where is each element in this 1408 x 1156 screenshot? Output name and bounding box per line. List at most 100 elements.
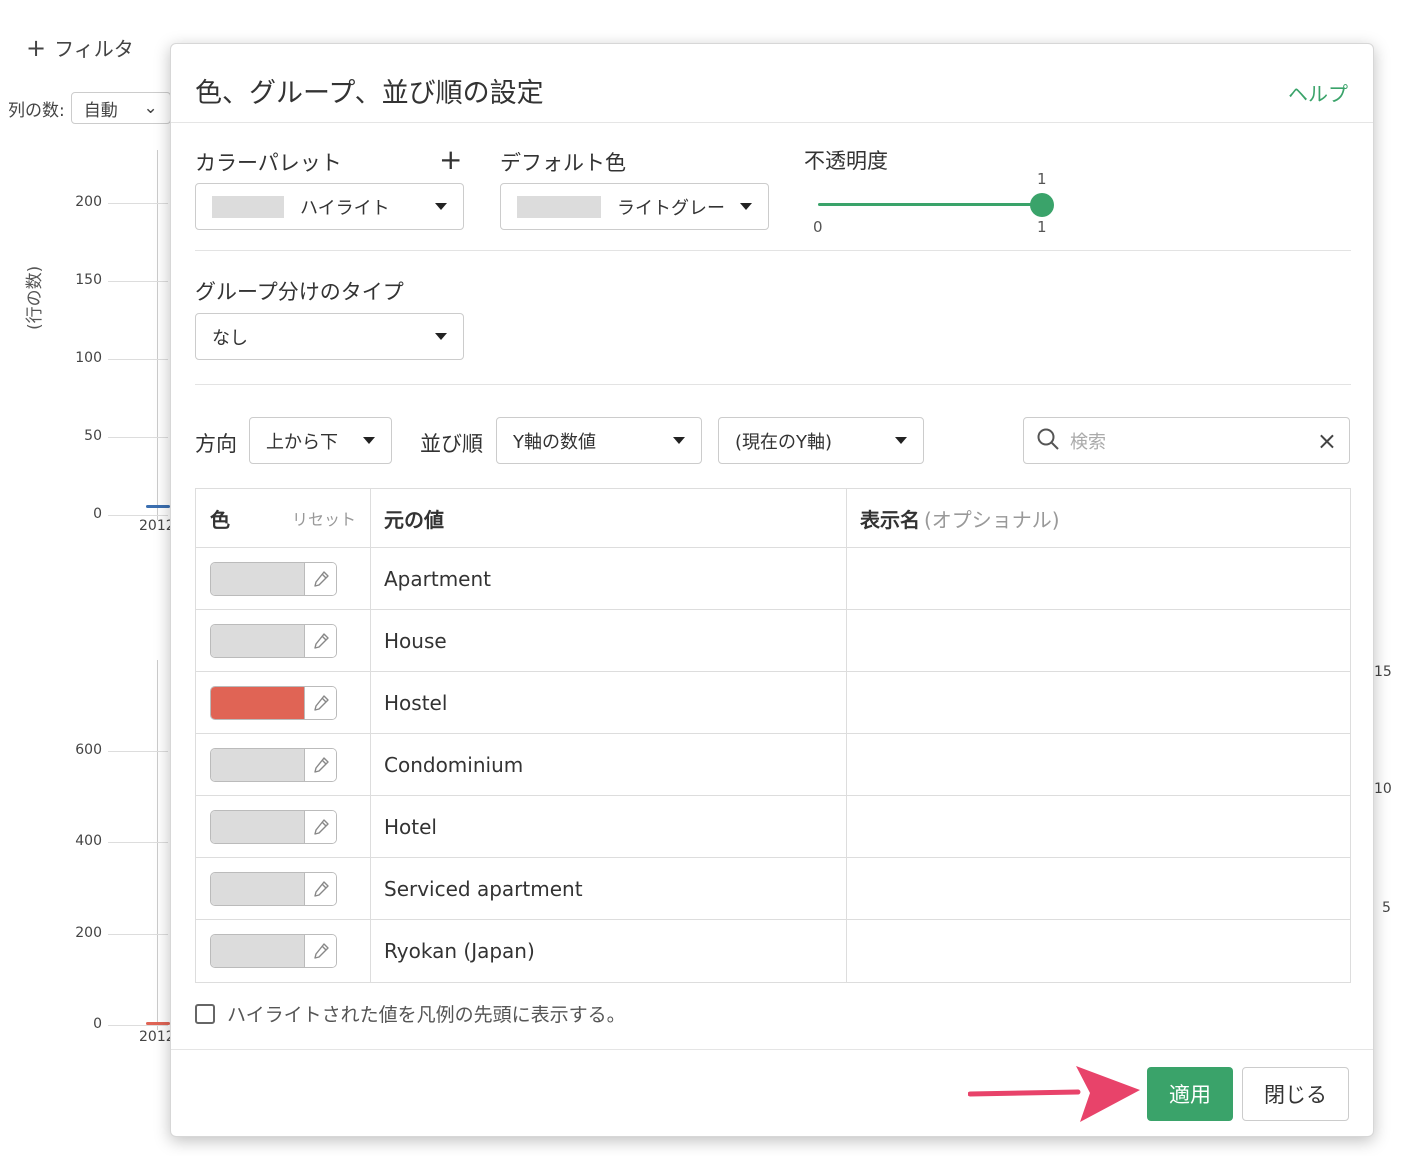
sort-value: Y軸の数値	[513, 431, 596, 453]
close-button[interactable]: 閉じる	[1242, 1067, 1349, 1121]
color-palette-value: ハイライト	[300, 197, 390, 219]
color-assignment-table: 色 リセット 元の値 表示名 (オプショナル) Apartment House Ho…	[195, 488, 1351, 983]
original-value-cell: Condominium	[371, 734, 847, 795]
divider	[195, 250, 1351, 251]
original-value-cell: Hotel	[371, 796, 847, 857]
filter-label: フィルタ	[54, 37, 134, 61]
add-filter-button[interactable]: + フィルタ	[26, 33, 134, 62]
color-cell	[196, 858, 371, 919]
color-swatch[interactable]	[211, 810, 305, 843]
eyedropper-icon[interactable]	[305, 624, 336, 657]
sort-axis-select[interactable]: (現在のY軸)	[718, 417, 924, 464]
eyedropper-icon[interactable]	[305, 810, 336, 843]
highlight-first-checkbox[interactable]	[195, 1003, 215, 1024]
sort-axis-value: (現在のY軸)	[735, 431, 833, 453]
opacity-slider-track[interactable]	[818, 203, 1042, 206]
color-cell	[196, 734, 371, 795]
chevron-down-icon: ⌄	[143, 98, 158, 118]
color-picker[interactable]	[210, 561, 337, 596]
direction-select[interactable]: 上から下	[249, 417, 392, 464]
color-picker[interactable]	[210, 747, 337, 782]
color-swatch[interactable]	[211, 748, 305, 781]
caret-down-icon	[673, 437, 685, 444]
color-swatch[interactable]	[211, 935, 305, 967]
header-original-cell: 元の値	[371, 489, 847, 547]
dialog-title: 色、グループ、並び順の設定	[195, 78, 544, 109]
clear-search-icon[interactable]: ×	[1317, 429, 1337, 453]
display-name-cell[interactable]	[847, 858, 1350, 919]
color-swatch[interactable]	[211, 624, 305, 657]
color-cell	[196, 796, 371, 857]
eyedropper-icon[interactable]	[305, 562, 336, 595]
reset-colors-link[interactable]: リセット	[292, 506, 356, 530]
opacity-label: 不透明度	[804, 149, 888, 173]
tick-label: 150	[75, 272, 102, 288]
header-display-name: 表示名	[860, 507, 920, 532]
eyedropper-icon[interactable]	[305, 686, 336, 719]
grouping-type-select[interactable]: なし	[195, 313, 464, 360]
default-color-select[interactable]: ライトグレー	[500, 183, 769, 230]
eyedropper-icon[interactable]	[305, 935, 336, 967]
display-name-cell[interactable]	[847, 734, 1350, 795]
tick-label: 0	[93, 1016, 102, 1032]
tick-label: 600	[75, 742, 102, 758]
chart-axis	[157, 150, 158, 520]
color-picker[interactable]	[210, 871, 337, 906]
columns-select-value: 自動	[83, 100, 118, 121]
opacity-slider-handle[interactable]	[1030, 193, 1054, 217]
display-name-cell[interactable]	[847, 796, 1350, 857]
color-cell	[196, 672, 371, 733]
color-picker[interactable]	[210, 934, 337, 968]
annotation-arrow-icon	[968, 1066, 1140, 1122]
tick-label: 400	[75, 833, 102, 849]
table-row: Hostel	[196, 672, 1350, 734]
caret-down-icon	[740, 203, 752, 210]
original-value: Hotel	[384, 814, 437, 839]
original-value: Condominium	[384, 752, 524, 777]
grouping-type-value: なし	[212, 327, 248, 349]
add-palette-button[interactable]: +	[439, 146, 462, 174]
opacity-value: 1	[1037, 170, 1047, 188]
sort-select[interactable]: Y軸の数値	[496, 417, 702, 464]
display-name-cell[interactable]	[847, 548, 1350, 609]
original-value: House	[384, 628, 447, 653]
display-name-cell[interactable]	[847, 920, 1350, 982]
opacity-max: 1	[1037, 218, 1047, 236]
color-palette-select[interactable]: ハイライト	[195, 183, 464, 230]
caret-down-icon	[363, 437, 375, 444]
display-name-cell[interactable]	[847, 610, 1350, 671]
tick-label: 50	[84, 428, 102, 444]
tick-label: 200	[75, 925, 102, 941]
eyedropper-icon[interactable]	[305, 872, 336, 905]
table-row: Hotel	[196, 796, 1350, 858]
header-display-cell: 表示名 (オプショナル)	[847, 489, 1350, 547]
tick-label: 200	[75, 194, 102, 210]
tick-label: 0	[93, 506, 102, 522]
sort-label: 並び順	[420, 432, 483, 456]
color-cell	[196, 548, 371, 609]
gridline	[108, 934, 168, 935]
original-value: Ryokan (Japan)	[384, 939, 535, 963]
color-swatch[interactable]	[211, 872, 305, 905]
color-picker[interactable]	[210, 685, 337, 720]
color-picker[interactable]	[210, 809, 337, 844]
gridline	[108, 751, 168, 752]
columns-select[interactable]: 自動 ⌄	[70, 92, 171, 124]
color-swatch[interactable]	[211, 686, 305, 719]
color-picker[interactable]	[210, 623, 337, 658]
apply-button[interactable]: 適用	[1147, 1067, 1233, 1121]
color-palette-label: カラーパレット	[195, 151, 342, 175]
footer-divider	[171, 1049, 1373, 1050]
opacity-min: 0	[813, 218, 823, 236]
help-link[interactable]: ヘルプ	[1288, 78, 1348, 107]
eyedropper-icon[interactable]	[305, 748, 336, 781]
display-name-cell[interactable]	[847, 672, 1350, 733]
original-value: Hostel	[384, 690, 448, 715]
color-swatch[interactable]	[211, 562, 305, 595]
color-cell	[196, 610, 371, 671]
highlight-first-option[interactable]: ハイライトされた値を凡例の先頭に表示する。	[195, 1000, 626, 1027]
series-line	[146, 1022, 170, 1025]
search-field[interactable]: 検索 ×	[1023, 417, 1350, 464]
gridline	[108, 842, 168, 843]
columns-control: 列の数: 自動 ⌄	[8, 92, 171, 124]
